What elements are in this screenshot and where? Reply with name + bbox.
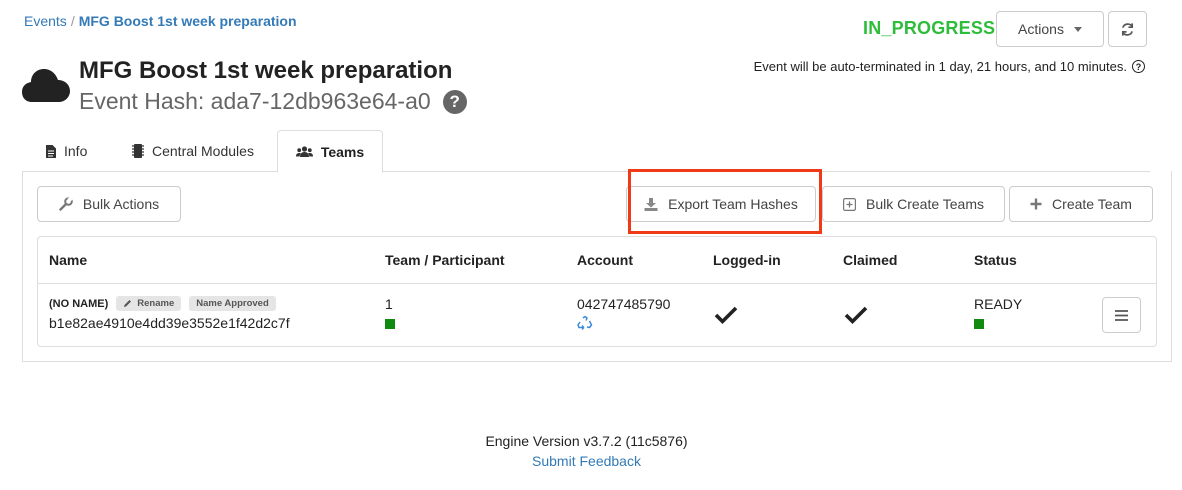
plus-square-icon	[842, 197, 856, 211]
caret-down-icon	[1073, 26, 1082, 32]
tab-teams-label: Teams	[320, 143, 365, 160]
actions-dropdown-button[interactable]: Actions	[996, 11, 1104, 47]
users-icon	[295, 145, 313, 157]
team-hash: b1e82ae4910e4dd39e3552e1f42d2c7f	[49, 315, 290, 331]
header-divider	[38, 283, 1156, 284]
rename-label: Rename	[137, 298, 175, 309]
account-id: 042747485790	[577, 296, 671, 312]
column-header-logged-in[interactable]: Logged-in	[713, 252, 781, 268]
auto-terminate-notice: Event will be auto-terminated in 1 day, …	[754, 59, 1145, 74]
column-header-status[interactable]: Status	[974, 252, 1017, 268]
download-icon	[644, 198, 658, 211]
rename-button[interactable]: Rename	[116, 296, 182, 311]
recycle-icon[interactable]	[577, 316, 593, 331]
create-team-label: Create Team	[1052, 196, 1132, 212]
breadcrumb-current: MFG Boost 1st week preparation	[78, 13, 297, 29]
file-icon	[46, 144, 56, 158]
tab-info[interactable]: Info	[30, 130, 103, 172]
refresh-button[interactable]	[1108, 11, 1147, 47]
team-name-cell: (NO NAME) Rename Name Approved	[49, 296, 276, 311]
breadcrumb-separator: /	[70, 13, 75, 29]
question-circle-small-icon[interactable]: ?	[1132, 60, 1145, 73]
tab-teams[interactable]: Teams	[277, 130, 383, 173]
column-header-team-participant[interactable]: Team / Participant	[385, 252, 505, 268]
team-status: READY	[974, 296, 1023, 312]
participant-indicator	[385, 319, 395, 329]
bulk-create-teams-label: Bulk Create Teams	[865, 196, 984, 212]
column-header-name[interactable]: Name	[49, 252, 87, 268]
event-hash-text: Event Hash: ada7-12db963e64-a0	[79, 88, 431, 114]
wrench-icon	[59, 197, 73, 211]
participant-count: 1	[385, 296, 393, 312]
export-team-hashes-button[interactable]: Export Team Hashes	[626, 186, 816, 222]
team-name: (NO NAME)	[49, 297, 109, 310]
export-team-hashes-label: Export Team Hashes	[668, 196, 798, 212]
plus-icon	[1030, 198, 1042, 210]
pencil-icon	[124, 300, 132, 307]
tab-central-modules-label: Central Modules	[152, 143, 254, 159]
chip-icon	[132, 144, 144, 158]
row-menu-button[interactable]	[1102, 297, 1141, 333]
auto-terminate-text: Event will be auto-terminated in 1 day, …	[753, 59, 1127, 74]
bulk-actions-button[interactable]: Bulk Actions	[37, 186, 181, 222]
event-status: IN_PROGRESS	[863, 18, 996, 38]
claimed-check-icon	[844, 306, 868, 325]
breadcrumb-events-link[interactable]: Events	[24, 13, 67, 29]
tab-info-label: Info	[64, 143, 88, 159]
breadcrumb: Events / MFG Boost 1st week preparation	[24, 13, 297, 29]
refresh-icon	[1121, 22, 1134, 36]
hamburger-icon	[1115, 309, 1128, 321]
logged-in-check-icon	[714, 306, 738, 325]
column-header-account[interactable]: Account	[577, 252, 633, 268]
tab-central-modules[interactable]: Central Modules	[116, 130, 270, 172]
actions-label: Actions	[1018, 21, 1064, 37]
status-indicator	[974, 319, 984, 329]
event-title: MFG Boost 1st week preparation	[79, 57, 453, 84]
bulk-create-teams-button[interactable]: Bulk Create Teams	[822, 186, 1005, 222]
name-approved-badge: Name Approved	[189, 296, 276, 311]
bulk-actions-label: Bulk Actions	[82, 196, 160, 212]
create-team-button[interactable]: Create Team	[1009, 186, 1153, 222]
engine-version: Engine Version v3.7.2 (11c5876)	[485, 433, 688, 449]
submit-feedback-link[interactable]: Submit Feedback	[0, 453, 1173, 469]
column-header-claimed[interactable]: Claimed	[843, 252, 897, 268]
question-circle-icon[interactable]: ?	[442, 89, 467, 114]
event-hash: Event Hash: ada7-12db963e64-a0 ?	[79, 88, 467, 115]
cloud-icon	[22, 69, 70, 102]
